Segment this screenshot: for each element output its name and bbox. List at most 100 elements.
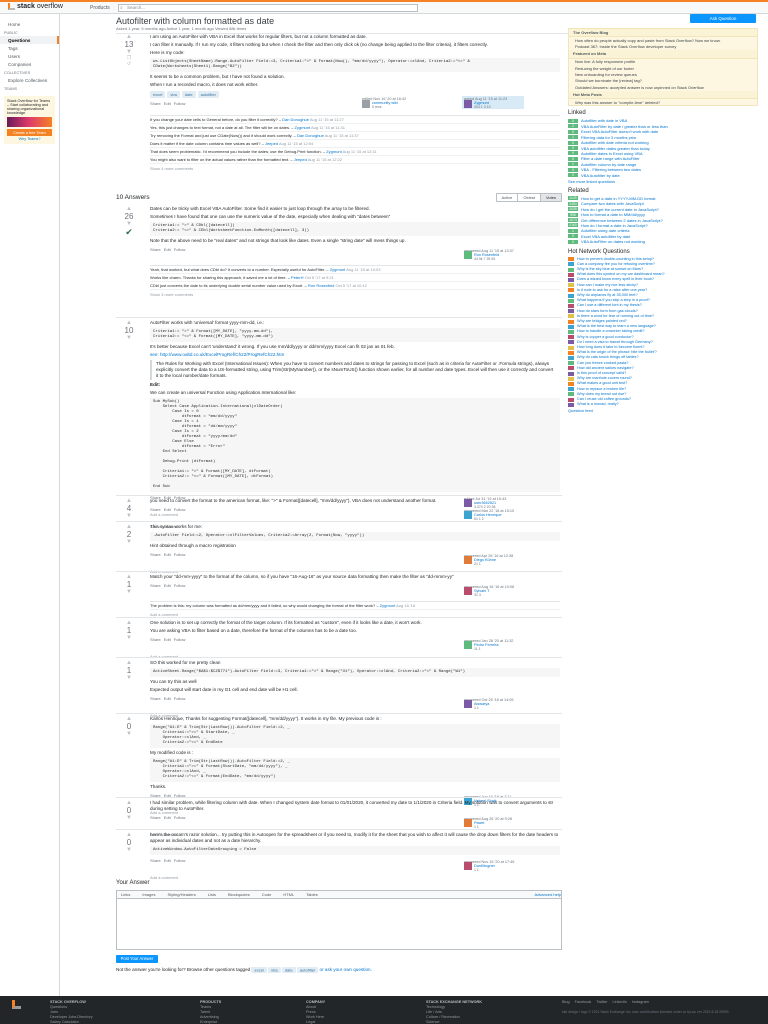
show-more-comments[interactable]: Show 3 more comments [150,292,560,298]
related-item[interactable]: 0 VBA AutoFilter on dates not working [568,239,758,244]
linked-title[interactable]: VBA Autofilter by date [581,173,620,178]
avatar[interactable] [464,556,472,564]
downvote-icon[interactable]: ▼ [120,731,138,737]
tag-date[interactable]: date [281,966,296,973]
downvote-icon[interactable]: ▼ [120,589,138,595]
ask-own-question-link[interactable]: or ask your own question. [320,967,372,972]
linked-item[interactable]: 0 VBA Autofilter by date [568,173,758,178]
comment-user[interactable]: Ron Rosenfeld [308,283,334,288]
create-team-button[interactable]: Create a free Team [7,129,52,136]
answer-footer: Share Edit Follow answered Oct 25 '18 at … [150,696,560,711]
tag-vba[interactable]: vba [167,91,180,98]
avatar[interactable] [464,251,472,259]
answer-votes: ▲ 4 ▼ [120,498,138,519]
footer-link[interactable]: Enterprise [200,1020,300,1024]
site-icon [568,272,574,277]
sort-votes[interactable]: Votes [540,194,561,201]
footer-column: PRODUCTS Teams Talent Advertising Enterprise [200,1000,300,1024]
editor-tool-advanced-help[interactable]: Advanced help [535,892,561,897]
comment-user[interactable]: Zygmunt [330,267,346,272]
comment-user[interactable]: Zygmunt [295,125,311,130]
history-icon[interactable]: ↺ [120,61,138,67]
downvote-icon[interactable]: ▼ [120,815,138,821]
comment-user[interactable]: Jeeped [265,141,278,146]
comment-user[interactable]: Jeeped [294,157,307,162]
linked-more[interactable]: See more linked questions [568,179,758,184]
related-title[interactable]: VBA AutoFilter on dates not working [581,239,645,244]
nav-users[interactable]: Users [0,52,59,60]
editor-tool-styling-headers[interactable]: Styling/Headers [167,892,195,897]
hot-title[interactable]: What is a monad, really? [577,402,619,407]
downvote-icon[interactable]: ▼ [120,513,138,519]
editor-tool-lists[interactable]: Lists [208,892,216,897]
avatar[interactable] [464,587,472,595]
vote-count: 4 [126,504,132,513]
avatar[interactable] [464,100,472,108]
comment-user[interactable]: Zygmunt [326,149,342,154]
edited-card: edited Nov 16 '20 at 16:42 community wik… [360,96,422,109]
reference-link[interactable]: see: http://www.oaltd.co.uk/ExcelProgRef… [150,352,560,358]
footer-logo-icon[interactable] [12,1000,21,1009]
editor-tool-images[interactable]: Images [142,892,155,897]
search-input[interactable]: ⌕ Search... [118,4,418,12]
tag-date[interactable]: date [181,91,196,98]
downvote-icon[interactable]: ▼ [120,847,138,853]
answer-blockquote: The Rules for Working with Excel (Intern… [150,360,560,380]
editor-tool-blockquotes[interactable]: Blockquotes [228,892,250,897]
avatar[interactable] [362,100,370,108]
why-teams-link[interactable]: Why Teams? [7,137,52,141]
asked-label: asked Aug 11 '15 at 11:23 [464,97,508,101]
footer-social[interactable]: Blog Facebook Twitter LinkedIn Instagram [562,1000,649,1004]
comment-user[interactable]: Dan Donoghue [297,133,324,138]
downvote-icon[interactable]: ▼ [120,335,138,341]
editor-tool-tables[interactable]: Tables [306,892,318,897]
downvote-icon[interactable]: ▼ [120,539,138,545]
nav-home[interactable]: Home [0,20,59,28]
ask-question-button[interactable]: Ask Question [690,14,756,23]
footer-link[interactable]: Salary Calculator [50,1020,150,1024]
answer-footer: Share Edit Follow answered Aug 11 '15 at … [150,247,560,262]
footer-link[interactable]: Science [426,1020,526,1024]
avatar[interactable] [464,700,472,708]
answer-paragraph: You are asking VBA to filter based on a … [150,628,357,633]
nav-tags[interactable]: Tags [0,44,59,52]
avatar[interactable] [464,819,472,827]
avatar[interactable] [464,862,472,870]
sort-active[interactable]: Active [497,194,519,201]
tag-excel[interactable]: excel [251,966,267,973]
avatar[interactable] [464,511,472,519]
tag-vba[interactable]: vba [268,966,281,973]
nav-explore-collectives[interactable]: Explore Collectives [0,76,59,84]
sort-oldest[interactable]: Oldest [518,194,541,201]
tag-autofilter[interactable]: autofilter [296,966,319,973]
downvote-icon[interactable]: ▼ [120,635,138,641]
comment-user[interactable]: PeterH [291,275,303,280]
avatar[interactable] [464,641,472,649]
footer-link[interactable]: Legal [306,1020,406,1024]
question-feed-link[interactable]: Question feed [568,408,758,413]
site-logo[interactable]: stack overflow [8,3,63,10]
site-icon [568,277,574,282]
editor-tool-links[interactable]: Links [121,892,130,897]
tag-autofilter[interactable]: autofilter [197,91,219,98]
answer-body: Dates can be tricky with Excel VBA AutoF… [150,206,560,298]
question-title[interactable]: Autofilter with column formatted as date [116,16,656,26]
products-nav[interactable]: Products [90,5,110,11]
answered-label: answered Oct 25 '18 at 14:05 [464,698,514,702]
nav-companies[interactable]: Companies [0,60,59,68]
comment-user[interactable]: Zygmunt [380,603,396,608]
tag-excel[interactable]: excel [150,91,166,98]
nav-questions[interactable]: Questions [0,36,59,44]
show-more-comments[interactable]: Show 4 more comments [150,166,560,172]
logo-light: overflow [36,3,63,10]
answer-votes: ▲ 2 ▼ [120,524,138,545]
post-answer-button[interactable]: Post Your Answer [116,955,158,963]
editor-tool-code[interactable]: Code [262,892,272,897]
meta-item[interactable]: Why was this answer to "compile-time" de… [569,99,757,105]
answer-editor[interactable]: Links Images Styling/Headers Lists Blockquot… [116,890,562,950]
hot-question[interactable]: What is a monad, really? [568,402,758,407]
comment-user[interactable]: Dan Donoghue [282,117,309,122]
downvote-icon[interactable]: ▼ [120,675,138,681]
editor-tool-html[interactable]: HTML [283,892,294,897]
answer-paragraph: Dates can be tricky with Excel VBA AutoF… [150,206,370,211]
